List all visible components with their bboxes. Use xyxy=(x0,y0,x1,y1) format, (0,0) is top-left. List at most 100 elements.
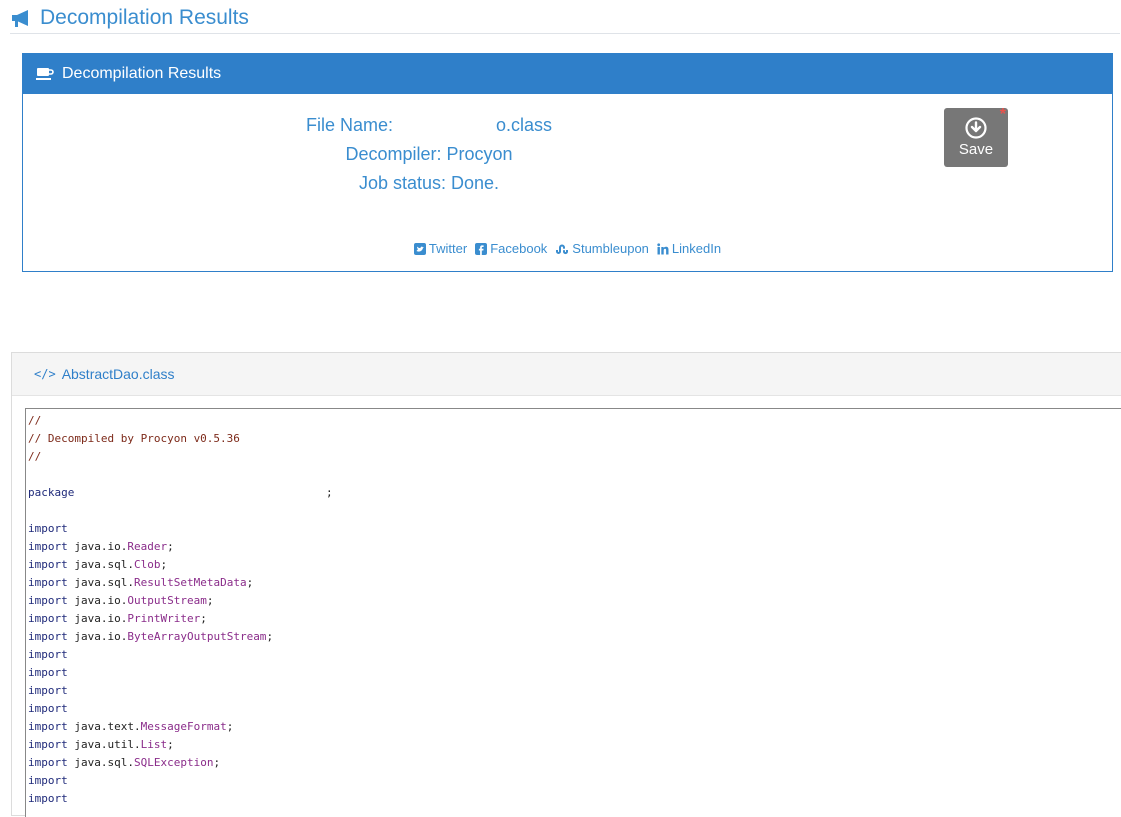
panel-title: Decompilation Results xyxy=(62,65,222,82)
code-line: import java.sql.SQLException; xyxy=(28,754,1121,772)
facebook-label: Facebook xyxy=(490,241,548,256)
code-keyword: import xyxy=(28,648,68,661)
code-file-name: AbstractDao.class xyxy=(61,366,175,382)
job-status-line: Job status: Done. xyxy=(358,173,500,193)
code-keyword: import xyxy=(28,792,68,805)
file-name-line: File Name: o.class xyxy=(23,115,835,136)
code-line: // xyxy=(28,448,1121,466)
code-keyword: import xyxy=(28,774,68,787)
code-keyword: import xyxy=(28,540,68,553)
panel-header: Decompilation Results xyxy=(23,54,1112,94)
code-semicolon: ; xyxy=(160,558,168,571)
asterisk-icon: * xyxy=(999,106,1006,123)
code-semicolon: ; xyxy=(213,756,221,769)
redacted-region xyxy=(77,772,449,790)
download-circle-icon xyxy=(965,117,987,139)
code-package: java.io. xyxy=(74,594,128,607)
code-class-name: Reader xyxy=(127,540,168,553)
code-keyword: import xyxy=(28,756,68,769)
code-line: import xyxy=(28,700,1121,718)
code-class-name: ResultSetMetaData xyxy=(133,576,247,589)
save-label: Save xyxy=(958,141,994,158)
code-keyword: import xyxy=(28,558,68,571)
coffee-cup-icon xyxy=(36,68,54,80)
share-facebook-link[interactable]: Facebook xyxy=(475,241,547,256)
code-semicolon: ; xyxy=(246,576,254,589)
code-keyword: import xyxy=(28,666,68,679)
code-package: java.text. xyxy=(74,720,141,733)
code-class-name: MessageFormat xyxy=(140,720,227,733)
code-keyword: package xyxy=(28,486,75,499)
file-name-label: File Name: xyxy=(305,115,393,135)
code-line: package ; xyxy=(28,484,1121,502)
share-linkedin-link[interactable]: LinkedIn xyxy=(657,241,721,256)
redacted-region xyxy=(77,682,423,700)
code-package: java.sql. xyxy=(74,558,134,571)
redacted-region xyxy=(77,790,449,808)
code-line: import xyxy=(28,772,1121,790)
code-package: java.io. xyxy=(74,630,128,643)
code-tab[interactable]: </> AbstractDao.class xyxy=(12,353,1121,396)
code-line: // Decompiled by Procyon v0.5.36 xyxy=(28,430,1121,448)
code-keyword: import xyxy=(28,594,68,607)
code-class-name: List xyxy=(140,738,168,751)
megaphone-icon xyxy=(12,9,28,27)
code-keyword: import xyxy=(28,612,68,625)
code-line: import xyxy=(28,790,1121,808)
code-semicolon: ; xyxy=(167,738,174,751)
twitter-icon xyxy=(413,242,426,255)
code-package: java.io. xyxy=(74,540,128,553)
code-keyword: import xyxy=(28,684,68,697)
code-editor[interactable]: // // Decompiled by Procyon v0.5.36 // pack… xyxy=(25,408,1121,817)
code-comment: // xyxy=(28,414,42,427)
redacted-region xyxy=(77,520,429,538)
code-line: import xyxy=(28,682,1121,700)
code-class-name: Clob xyxy=(133,558,161,571)
code-package: java.io. xyxy=(74,612,128,625)
results-panel: Decompilation Results File Name: o.class… xyxy=(22,53,1113,272)
code-package: java.sql. xyxy=(74,576,134,589)
share-stumbleupon-link[interactable]: Stumbleupon xyxy=(555,241,649,256)
save-button[interactable]: Save * xyxy=(944,106,1008,167)
redacted-region xyxy=(88,484,324,502)
code-line: import java.io.OutputStream; xyxy=(28,592,1121,610)
share-twitter-link[interactable]: Twitter xyxy=(413,241,468,256)
decompiler-line: Decompiler: Procyon xyxy=(345,144,513,164)
code-comment: // Decompiled by Procyon v0.5.36 xyxy=(28,432,240,445)
redacted-region xyxy=(398,118,496,135)
code-line: import xyxy=(28,664,1121,682)
code-package: java.sql. xyxy=(74,756,134,769)
page-title: Decompilation Results xyxy=(40,5,249,29)
code-keyword: import xyxy=(28,720,68,733)
code-class-name: OutputStream xyxy=(127,594,207,607)
code-line: import java.sql.Clob; xyxy=(28,556,1121,574)
page-header: Decompilation Results xyxy=(10,2,1120,34)
code-line: import java.io.ByteArrayOutputStream; xyxy=(28,628,1121,646)
redacted-region xyxy=(77,646,423,664)
code-icon: </> xyxy=(34,367,56,381)
stumbleupon-icon xyxy=(556,244,569,254)
code-line: import java.text.MessageFormat; xyxy=(28,718,1121,736)
linkedin-label: LinkedIn xyxy=(671,241,722,256)
code-keyword: import xyxy=(28,522,68,535)
code-class-name: PrintWriter xyxy=(127,612,201,625)
redacted-region xyxy=(77,700,423,718)
code-line: import xyxy=(28,646,1121,664)
facebook-icon xyxy=(475,242,488,255)
stumbleupon-label: Stumbleupon xyxy=(572,241,649,256)
code-line: import java.util.List; xyxy=(28,736,1121,754)
code-semicolon: ; xyxy=(167,540,174,553)
code-package: java.util. xyxy=(74,738,141,751)
code-keyword: import xyxy=(28,702,68,715)
code-comment: // xyxy=(28,450,42,463)
code-keyword: import xyxy=(28,738,68,751)
redacted-region xyxy=(77,664,423,682)
code-keyword: import xyxy=(28,630,68,643)
code-panel: </> AbstractDao.class // // Decompiled by… xyxy=(11,352,1121,817)
code-semicolon: ; xyxy=(206,594,214,607)
twitter-label: Twitter xyxy=(428,241,468,256)
code-semicolon: ; xyxy=(226,720,234,733)
file-name-value: o.class xyxy=(496,115,553,135)
